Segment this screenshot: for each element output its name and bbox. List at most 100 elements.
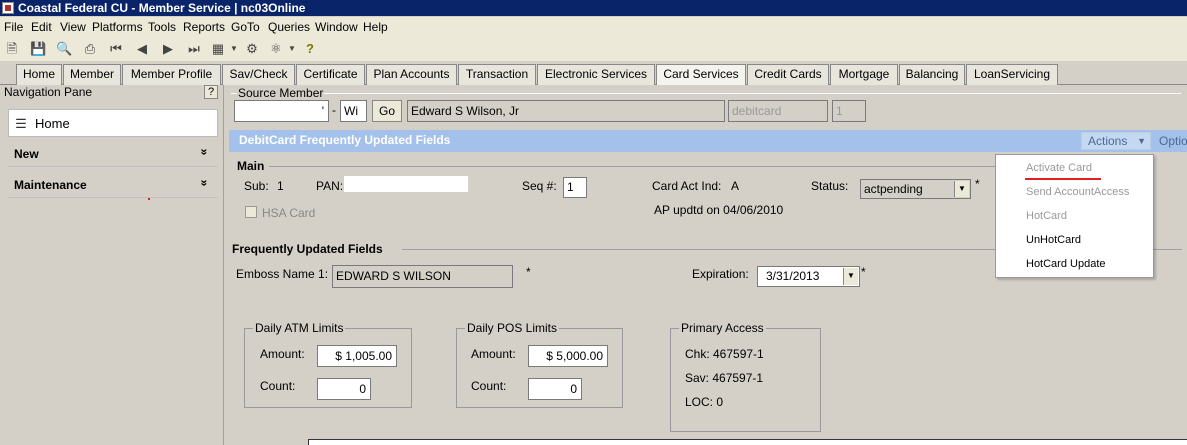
atm-amount-input[interactable]: $ 1,005.00 <box>317 345 397 367</box>
actions-dropdown-menu: Activate Card Send AccountAccess HotCard… <box>995 154 1154 278</box>
required-marker: * <box>975 177 980 191</box>
nav-section-label: New <box>14 147 39 161</box>
source-member-label: Source Member <box>237 86 325 100</box>
sub-value: 1 <box>277 179 284 193</box>
tab-electronic-services[interactable]: Electronic Services <box>537 64 655 85</box>
account-type-field: debitcard <box>728 100 828 122</box>
tab-certificate[interactable]: Certificate <box>296 64 365 85</box>
status-value: actpending <box>864 182 923 196</box>
tab-balancing[interactable]: Balancing <box>899 64 965 85</box>
tab-member[interactable]: Member <box>63 64 121 85</box>
red-marker <box>148 198 150 200</box>
primary-sav: Sav: 467597-1 <box>685 371 764 385</box>
menu-item-send-account-access[interactable]: Send AccountAccess <box>1026 186 1129 198</box>
options-button[interactable]: Optio <box>1159 134 1187 148</box>
divider <box>231 93 1181 94</box>
atm-limits-group: Daily ATM Limits Amount: $ 1,005.00 Coun… <box>244 321 412 408</box>
menu-item-hotcard[interactable]: HotCard <box>1026 210 1067 222</box>
emboss-name-label: Emboss Name 1: <box>236 267 329 281</box>
prev-icon[interactable]: ◀ <box>134 41 150 57</box>
card-act-ind-value: A <box>731 179 740 193</box>
settings-icon[interactable]: ⚙ <box>244 41 260 57</box>
next-icon[interactable]: ▶ <box>160 41 176 57</box>
chevron-down-icon[interactable]: ▼ <box>284 41 300 57</box>
pan-input[interactable] <box>344 176 468 192</box>
window-title: Coastal Federal CU - Member Service | nc… <box>18 1 306 15</box>
account-dash: - <box>332 103 336 117</box>
ap-updated-text: AP updtd on 04/06/2010 <box>654 203 784 217</box>
nav-home[interactable]: ☰ Home <box>8 109 218 137</box>
pos-limits-legend: Daily POS Limits <box>465 321 560 335</box>
tab-member-profile[interactable]: Member Profile <box>122 64 221 85</box>
save-icon[interactable]: 💾 <box>30 41 46 57</box>
tab-home[interactable]: Home <box>16 64 62 85</box>
seq-input[interactable]: 1 <box>563 177 587 198</box>
card-act-ind-label: Card Act Ind: <box>652 179 722 193</box>
tab-credit-cards[interactable]: Credit Cards <box>747 64 829 85</box>
first-icon[interactable]: ⏮ <box>108 41 124 57</box>
actions-button[interactable]: Actions ▼ <box>1081 132 1151 150</box>
nav-section-new[interactable]: New » <box>8 141 218 167</box>
frequent-section-title: Frequently Updated Fields <box>232 242 383 256</box>
chevron-double-down-icon: » <box>197 148 212 156</box>
menu-window[interactable]: Window <box>315 20 358 34</box>
atm-count-label: Count: <box>260 379 296 393</box>
menu-file[interactable]: File <box>4 20 23 34</box>
chevron-down-icon: ▼ <box>1137 136 1146 146</box>
tab-mortgage[interactable]: Mortgage <box>830 64 898 85</box>
nav-section-maintenance[interactable]: Maintenance » <box>8 172 218 198</box>
pos-count-input[interactable]: 0 <box>528 378 582 400</box>
atm-limits-legend: Daily ATM Limits <box>253 321 346 335</box>
hsa-card-checkbox[interactable] <box>245 206 257 218</box>
pan-label: PAN: <box>316 179 344 193</box>
tab-sav-check[interactable]: Sav/Check <box>222 64 295 85</box>
tab-transaction[interactable]: Transaction <box>458 64 536 85</box>
menu-goto[interactable]: GoTo <box>231 20 260 34</box>
pos-count-label: Count: <box>471 379 507 393</box>
pos-limits-group: Daily POS Limits Amount: $ 5,000.00 Coun… <box>456 321 623 408</box>
menu-view[interactable]: View <box>60 20 86 34</box>
menu-help[interactable]: Help <box>363 20 388 34</box>
last-icon[interactable]: ⏭ <box>186 41 202 57</box>
nav-help-button[interactable]: ? <box>204 85 218 99</box>
network-icon[interactable]: ⚛ <box>268 41 284 57</box>
menu-queries[interactable]: Queries <box>268 20 310 34</box>
record-index-field: 1 <box>832 100 866 122</box>
primary-access-group: Primary Access Chk: 467597-1 Sav: 467597… <box>670 321 821 432</box>
menu-tools[interactable]: Tools <box>148 20 176 34</box>
menu-item-activate-card[interactable]: Activate Card <box>1026 162 1092 174</box>
pos-amount-input[interactable]: $ 5,000.00 <box>528 345 608 367</box>
chevron-down-icon[interactable]: ▼ <box>226 41 242 57</box>
tab-plan-accounts[interactable]: Plan Accounts <box>366 64 457 85</box>
menu-bar: File Edit View Platforms Tools Reports G… <box>0 17 1187 37</box>
status-select[interactable]: actpending ▼ <box>860 179 971 199</box>
emboss-name-field[interactable]: EDWARD S WILSON <box>332 265 513 288</box>
new-icon[interactable]: 🗎 <box>4 41 20 57</box>
expiration-value: 3/31/2013 <box>766 269 820 283</box>
home-icon: ☰ <box>15 116 27 131</box>
expiration-label: Expiration: <box>692 267 749 281</box>
section-banner: DebitCard Frequently Updated Fields Acti… <box>229 130 1187 152</box>
title-bar: Coastal Federal CU - Member Service | nc… <box>0 0 1187 16</box>
atm-count-input[interactable]: 0 <box>317 378 371 400</box>
member-name-field: Edward S Wilson, Jr <box>407 100 725 122</box>
help-icon[interactable]: ? <box>302 41 318 57</box>
nav-home-label: Home <box>35 116 70 131</box>
print-icon[interactable]: ⎙ <box>82 41 98 57</box>
sub-label: Sub: <box>244 179 269 193</box>
suffix-input[interactable]: Wi <box>340 100 367 122</box>
menu-item-unhotcard[interactable]: UnHotCard <box>1026 234 1081 246</box>
menu-edit[interactable]: Edit <box>31 20 52 34</box>
app-icon <box>2 2 14 14</box>
preview-icon[interactable]: 🔍 <box>56 41 72 57</box>
menu-item-hotcard-update[interactable]: HotCard Update <box>1026 258 1106 270</box>
expiration-date-picker[interactable]: 3/31/2013 ▼ <box>757 266 860 287</box>
bottom-panel <box>308 439 1187 445</box>
calendar-icon[interactable]: ▦ <box>210 41 226 57</box>
menu-platforms[interactable]: Platforms <box>92 20 143 34</box>
account-number-input[interactable]: ' <box>234 100 329 122</box>
tab-card-services[interactable]: Card Services <box>656 64 746 85</box>
tab-loan-servicing[interactable]: LoanServicing <box>966 64 1058 85</box>
go-button[interactable]: Go <box>372 100 402 122</box>
menu-reports[interactable]: Reports <box>183 20 225 34</box>
